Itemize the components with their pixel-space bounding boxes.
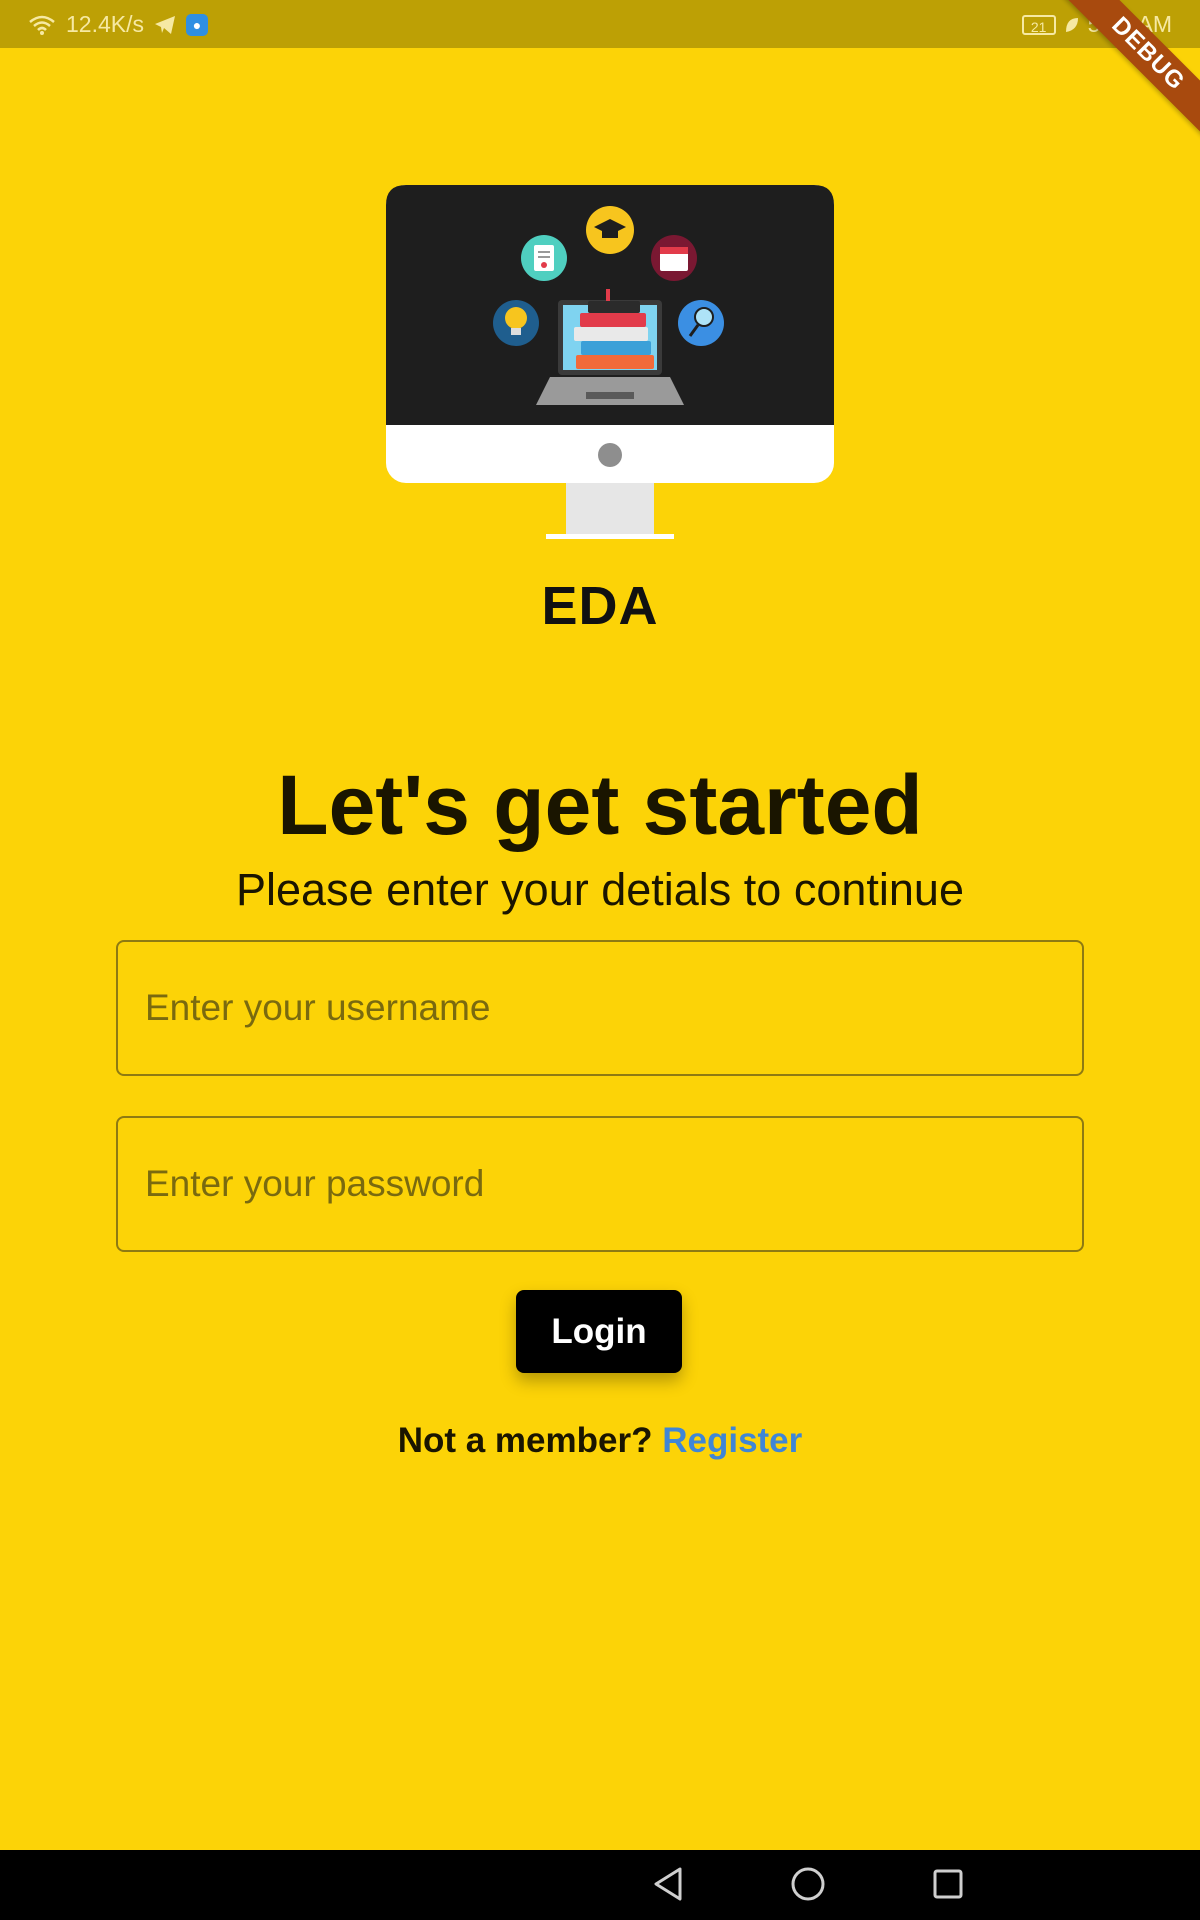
wifi-icon <box>28 14 56 36</box>
network-speed: 12.4K/s <box>66 11 144 37</box>
login-button[interactable]: Login <box>516 1290 682 1373</box>
app-notification-icon: ● <box>186 13 208 36</box>
register-prompt-line: Not a member? Register <box>0 1421 1200 1461</box>
leaf-icon <box>1064 16 1080 34</box>
home-icon[interactable] <box>790 1866 826 1907</box>
system-navigation-bar <box>0 1850 1200 1920</box>
register-link[interactable]: Register <box>662 1421 802 1460</box>
back-icon[interactable] <box>652 1866 684 1907</box>
page-title: Let's get started <box>277 758 923 852</box>
register-prompt: Not a member? <box>397 1421 653 1460</box>
page-subtitle: Please enter your detials to continue <box>236 864 964 915</box>
battery-icon: 21 <box>1021 14 1056 35</box>
status-bar: 12.4K/s ● 21 5:31 AM <box>0 0 1200 48</box>
monitor-logo-illustration <box>386 185 834 541</box>
telegram-icon <box>154 15 176 35</box>
username-input[interactable] <box>116 940 1084 1076</box>
app-name: EDA <box>541 576 659 636</box>
password-input[interactable] <box>116 1116 1084 1252</box>
recents-icon[interactable] <box>932 1866 964 1907</box>
